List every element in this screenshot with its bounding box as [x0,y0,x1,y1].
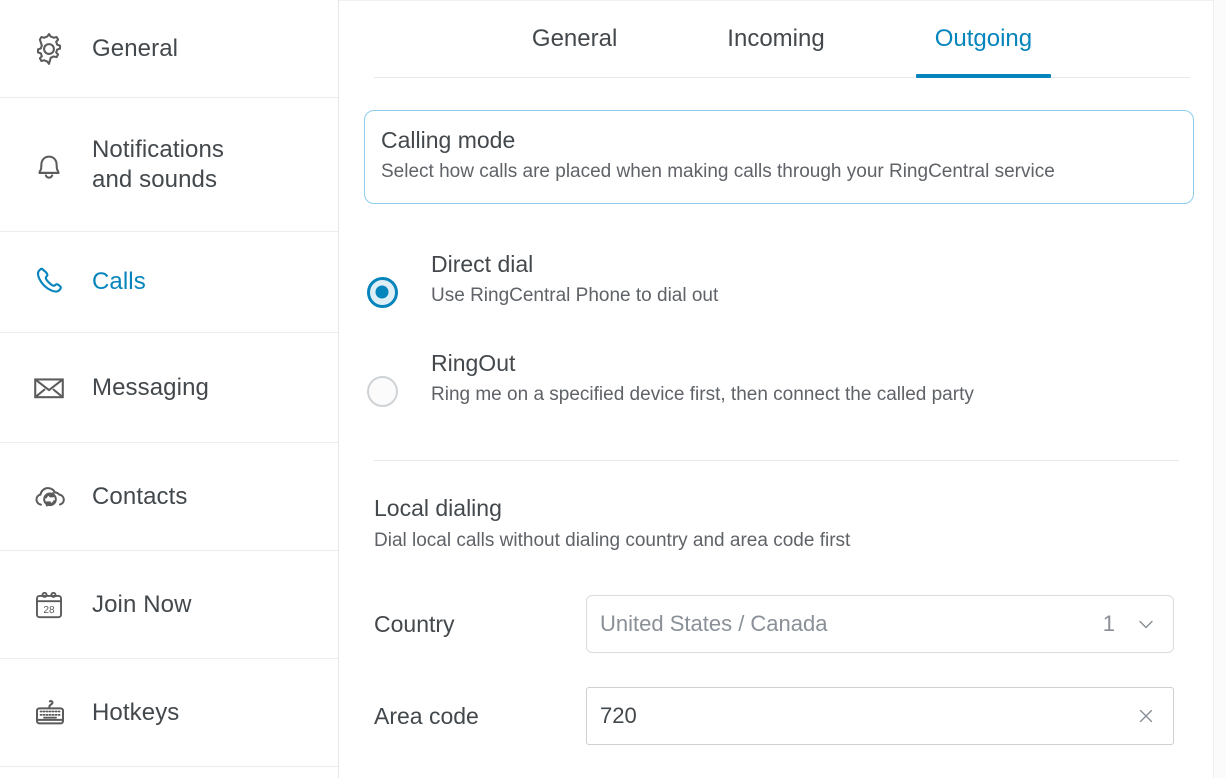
sidebar-item-join-now[interactable]: 28 Join Now [0,551,338,659]
settings-tabs: General Incoming Outgoing [374,0,1190,78]
country-dial-code: 1 [1102,611,1115,636]
sidebar-item-label-line2: and sounds [92,165,218,193]
sidebar-item-hotkeys[interactable]: Hotkeys [0,659,338,767]
sidebar-item-calls[interactable]: Calls [0,232,338,333]
phone-icon [30,262,84,302]
gear-icon [30,29,84,69]
settings-sidebar: General Notifications and sounds Calls M… [0,0,339,778]
radio-description-direct-dial: Use RingCentral Phone to dial out [431,285,719,306]
radio-label-direct-dial: Direct dial [431,251,534,277]
radio-unselected-icon [366,375,398,407]
panel-top-border [339,0,1213,1]
sidebar-item-label: General [92,34,179,62]
sidebar-item-notifications[interactable]: Notifications and sounds [0,98,338,232]
country-field-row: Country United States / Canada 1 [374,595,1184,653]
calls-settings-panel: General Incoming Outgoing Calling mode S… [339,0,1226,778]
tab-incoming[interactable]: Incoming [727,0,824,76]
radio-direct-dial[interactable] [364,274,400,310]
sidebar-item-label: Notifications and sounds [84,135,224,195]
keyboard-icon [30,693,84,733]
sidebar-item-label: Calls [92,268,146,295]
close-icon[interactable] [1133,704,1159,728]
country-select[interactable]: United States / Canada 1 [586,595,1174,653]
sidebar-item-messaging[interactable]: Messaging [0,333,338,443]
calling-mode-options: Direct dial Use RingCentral Phone to dia… [364,248,1194,446]
tab-general[interactable]: General [532,0,617,76]
radio-ringout[interactable] [364,373,400,409]
country-selected-value: United States / Canada [600,611,828,636]
radio-option-direct-dial[interactable]: Direct dial Use RingCentral Phone to dia… [364,248,1194,311]
calling-mode-description: Select how calls are placed when making … [381,161,1055,182]
calling-mode-info-box: Calling mode Select how calls are placed… [364,110,1194,204]
area-code-field-row: Area code 720 [374,687,1184,745]
calling-mode-title: Calling mode [381,127,516,153]
cloud-sync-icon [30,477,84,517]
area-code-input[interactable]: 720 [586,687,1174,745]
svg-text:28: 28 [43,604,55,615]
sidebar-item-label: Join Now [92,590,192,618]
chevron-down-icon[interactable] [1133,612,1159,636]
local-dialing-description: Dial local calls without dialing country… [374,530,851,551]
calendar-icon: 28 [30,585,84,625]
sidebar-item-contacts[interactable]: Contacts [0,443,338,551]
area-code-value: 720 [600,703,637,728]
envelope-icon [30,368,84,408]
area-code-label: Area code [374,703,479,729]
vertical-scrollbar[interactable] [1213,0,1226,778]
sidebar-item-label: Contacts [92,482,188,510]
sidebar-item-label-line1: Notifications [92,135,225,163]
tab-outgoing[interactable]: Outgoing [915,0,1052,78]
bell-icon [30,145,84,185]
radio-label-ringout: RingOut [431,350,516,376]
country-label: Country [374,611,455,637]
local-dialing-title: Local dialing [374,495,502,521]
radio-option-ringout[interactable]: RingOut Ring me on a specified device fi… [364,347,1194,410]
settings-window: General Notifications and sounds Calls M… [0,0,1226,778]
sidebar-item-label: Hotkeys [92,698,180,726]
radio-selected-icon [366,276,398,308]
section-divider [374,460,1179,461]
local-dialing-section: Local dialing Dial local calls without d… [374,493,1184,556]
sidebar-item-general[interactable]: General [0,0,338,98]
scrollbar-thumb[interactable] [1217,2,1224,302]
radio-description-ringout: Ring me on a specified device first, the… [431,384,974,405]
sidebar-item-label: Messaging [92,373,209,401]
